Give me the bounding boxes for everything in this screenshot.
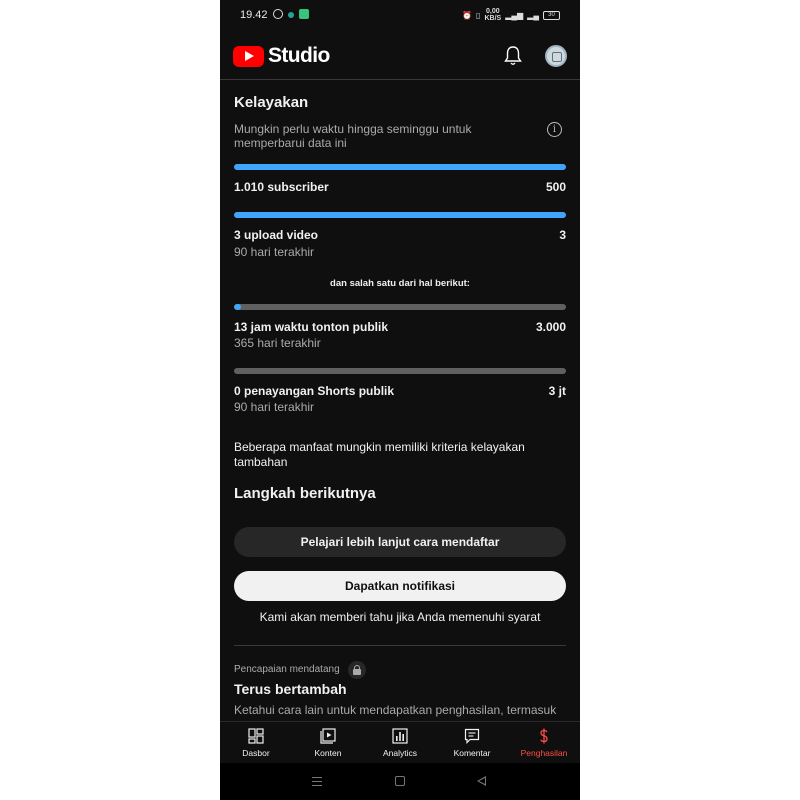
info-icon[interactable]: i <box>547 122 562 137</box>
watch-hours-period: 365 hari terakhir <box>234 336 321 350</box>
watch-hours-count: 13 jam waktu tonton publik <box>234 320 389 334</box>
shorts-views-count: 0 penayangan Shorts publik <box>234 384 395 398</box>
nav-label-analytics: Analytics <box>382 748 417 758</box>
learn-more-button[interactable]: Pelajari lebih lanjut cara mendaftar <box>234 527 566 557</box>
nav-label-konten: Konten <box>314 748 342 758</box>
next-steps-title: Langkah berikutnya <box>234 485 376 502</box>
recent-apps-button[interactable] <box>312 777 322 786</box>
notify-note: Kami akan memberi tahu jika Anda memenuh… <box>259 610 541 624</box>
nav-label-dasbor: Dasbor <box>242 748 270 758</box>
logo-text: Studio <box>268 44 330 67</box>
app-header: Studio <box>220 32 580 80</box>
dashboard-icon <box>248 728 264 744</box>
upcoming-label: Pencapaian mendatang <box>234 664 340 675</box>
dollar-icon <box>540 728 548 744</box>
or-separator-text: dan salah satu dari hal berikut: <box>330 278 470 289</box>
shorts-views-target: 3 jt <box>548 384 566 398</box>
upload-target: 3 <box>559 228 566 242</box>
network-speed-value: 0,00 <box>486 8 500 15</box>
shorts-views-period: 90 hari terakhir <box>234 400 315 414</box>
message-app-icon <box>299 9 309 19</box>
back-button[interactable] <box>477 776 486 786</box>
upload-period: 90 hari terakhir <box>234 245 315 259</box>
watch-hours-progress-bar <box>234 304 566 310</box>
whatsapp-icon <box>273 9 283 19</box>
eligibility-note: Mungkin perlu waktu hingga seminggu untu… <box>234 122 472 150</box>
analytics-icon <box>392 728 408 744</box>
subscriber-progress-fill <box>234 164 566 170</box>
section-divider <box>234 645 566 646</box>
nav-item-komentar[interactable]: Komentar <box>436 722 508 764</box>
system-nav-bar <box>220 763 580 800</box>
alarm-icon: ⏰ <box>462 10 473 20</box>
upload-progress-bar <box>234 212 566 218</box>
network-speed: 0,00 KB/S <box>484 8 501 22</box>
signal-icon-2: ▂▄ <box>527 10 539 20</box>
eligibility-title: Kelayakan <box>234 94 309 111</box>
status-time: 19.42 <box>240 9 268 21</box>
main-content[interactable]: Kelayakan Mungkin perlu waktu hingga sem… <box>220 80 580 721</box>
lock-icon <box>348 661 366 679</box>
avatar[interactable] <box>545 45 567 67</box>
signal-icon: ▂▄▆ <box>505 10 524 20</box>
youtube-play-icon <box>233 45 264 67</box>
watch-hours-progress-fill <box>234 304 241 310</box>
notification-icons <box>273 9 309 19</box>
upcoming-title: Terus bertambah <box>234 681 347 697</box>
subscriber-progress-bar <box>234 164 566 170</box>
status-bar: 19.42 ⏰ ▯ 0,00 KB/S ▂▄▆ ▂▄ 30 <box>220 0 580 32</box>
upcoming-description: Ketahui cara lain untuk mendapatkan peng… <box>234 703 557 717</box>
nav-item-dasbor[interactable]: Dasbor <box>220 722 292 764</box>
watch-hours-target: 3.000 <box>535 320 566 334</box>
battery-icon: 30 <box>543 10 560 20</box>
content-icon <box>320 728 336 744</box>
subscriber-target: 500 <box>545 180 566 194</box>
phone-screen: 19.42 ⏰ ▯ 0,00 KB/S ▂▄▆ ▂▄ 30 Studio Kel… <box>220 0 580 800</box>
nav-label-komentar: Komentar <box>453 748 491 758</box>
system-status-icons: ⏰ ▯ 0,00 KB/S ▂▄▆ ▂▄ 30 <box>462 8 560 22</box>
subscriber-count: 1.010 subscriber <box>234 180 329 194</box>
nav-item-analytics[interactable]: Analytics <box>364 722 436 764</box>
get-notified-button[interactable]: Dapatkan notifikasi <box>234 571 566 601</box>
shorts-views-progress-bar <box>234 368 566 374</box>
extra-criteria-note: Beberapa manfaat mungkin memiliki kriter… <box>234 440 525 469</box>
upload-progress-fill <box>234 212 566 218</box>
nav-item-konten[interactable]: Konten <box>292 722 364 764</box>
bottom-nav: Dasbor Konten Analytics Komentar Penghas… <box>220 721 580 763</box>
youtube-studio-logo[interactable]: Studio <box>233 44 330 68</box>
network-speed-unit: KB/S <box>484 15 502 22</box>
upload-count: 3 upload video <box>234 228 319 242</box>
nav-label-penghasilan: Penghasilan <box>520 748 568 758</box>
nav-item-penghasilan[interactable]: Penghasilan <box>508 722 580 764</box>
bell-icon[interactable] <box>503 45 523 67</box>
comments-icon <box>464 728 480 744</box>
vibrate-icon: ▯ <box>476 10 481 20</box>
app-notification-icon <box>288 12 294 18</box>
home-button[interactable] <box>395 776 405 786</box>
